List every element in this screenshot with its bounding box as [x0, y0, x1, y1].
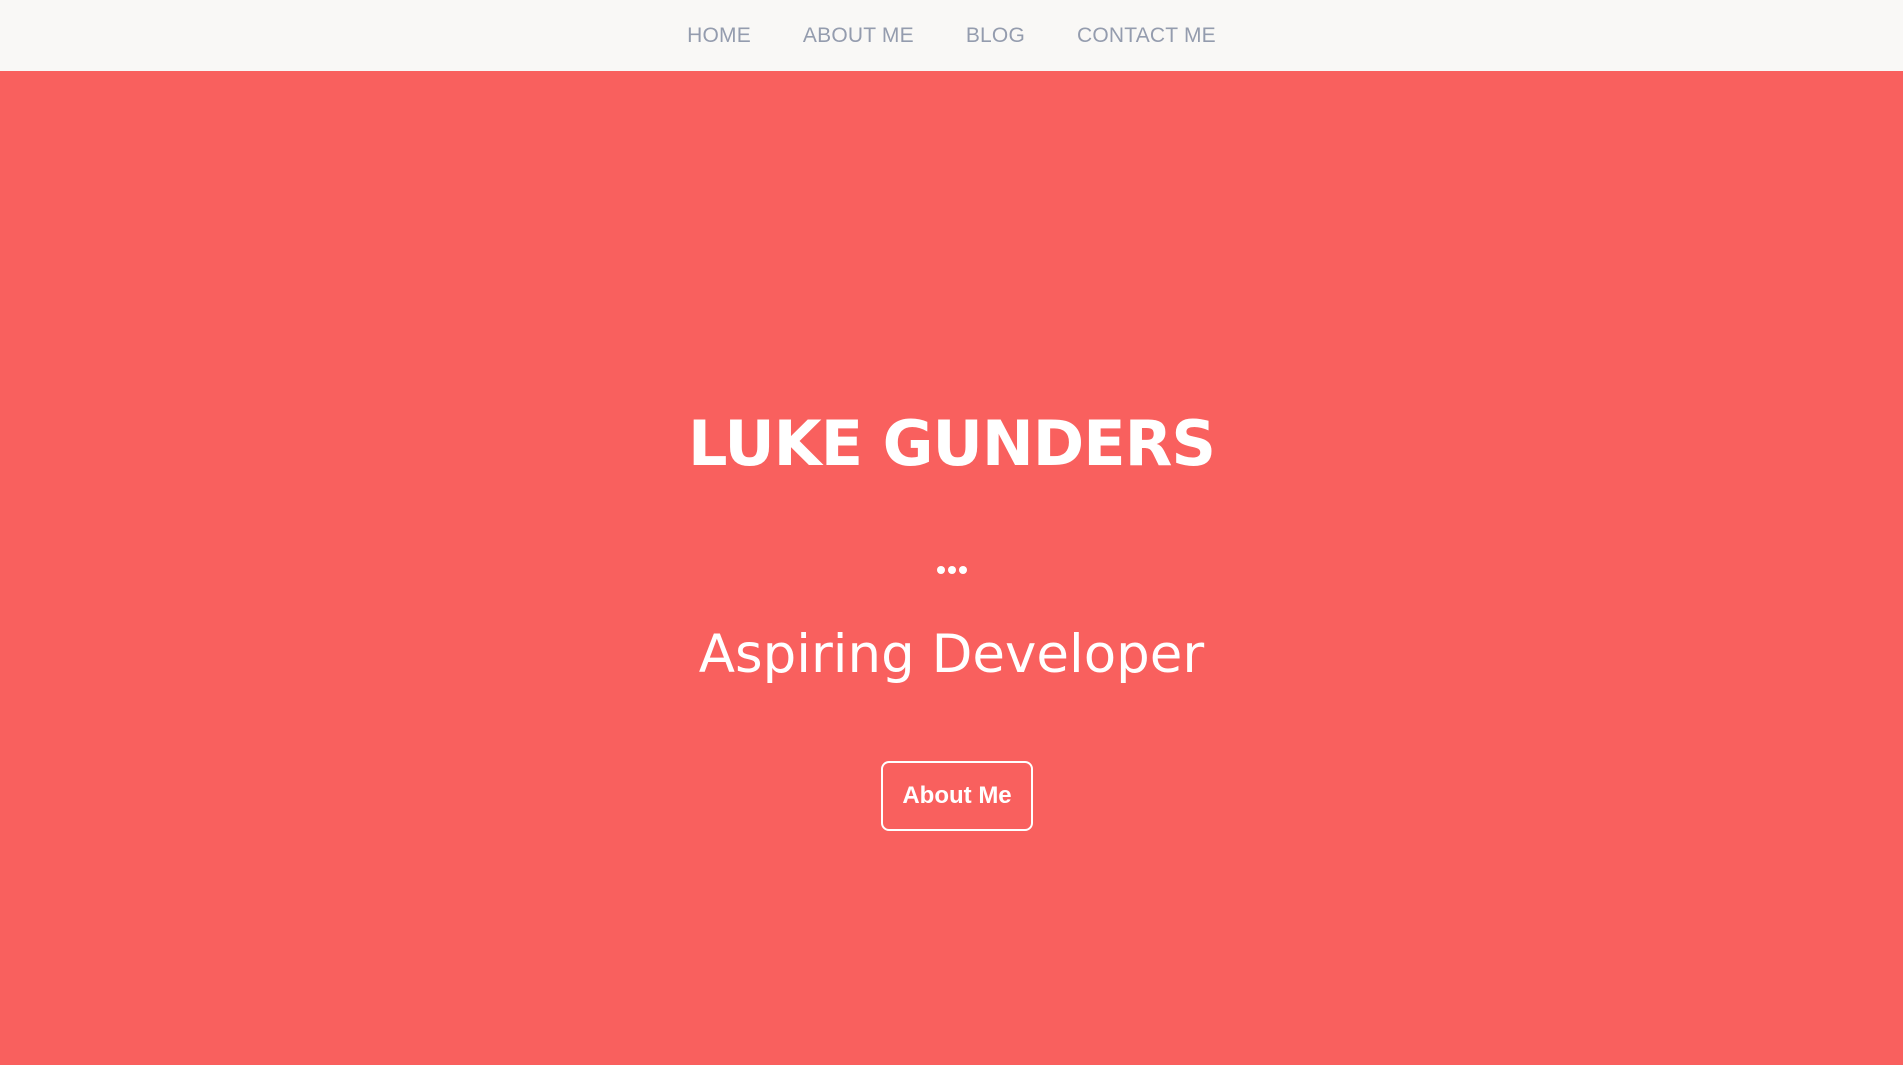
top-navigation: HOME ABOUT ME BLOG CONTACT ME [0, 0, 1903, 71]
dot [947, 566, 956, 574]
nav-item-blog: BLOG [966, 24, 1025, 48]
hero-title: LUKE GUNDERS [688, 407, 1216, 480]
nav-item-contact-me: CONTACT ME [1077, 24, 1216, 48]
nav-item-about-me: ABOUT ME [803, 24, 914, 48]
ellipsis-icon [0, 561, 1903, 574]
nav-item-home: HOME [687, 24, 751, 48]
nav-link-home[interactable]: HOME [687, 24, 751, 47]
hero-section: LUKE GUNDERS Aspiring Developer About Me [0, 71, 1903, 1065]
nav-link-contact-me[interactable]: CONTACT ME [1077, 24, 1216, 47]
dot [958, 566, 967, 574]
nav-link-about-me[interactable]: ABOUT ME [803, 24, 914, 47]
nav-link-blog[interactable]: BLOG [966, 24, 1025, 47]
about-me-button[interactable]: About Me [881, 761, 1033, 831]
nav-menu: HOME ABOUT ME BLOG CONTACT ME [661, 24, 1242, 48]
hero-subtitle: Aspiring Developer [698, 624, 1205, 685]
dot [936, 566, 945, 574]
